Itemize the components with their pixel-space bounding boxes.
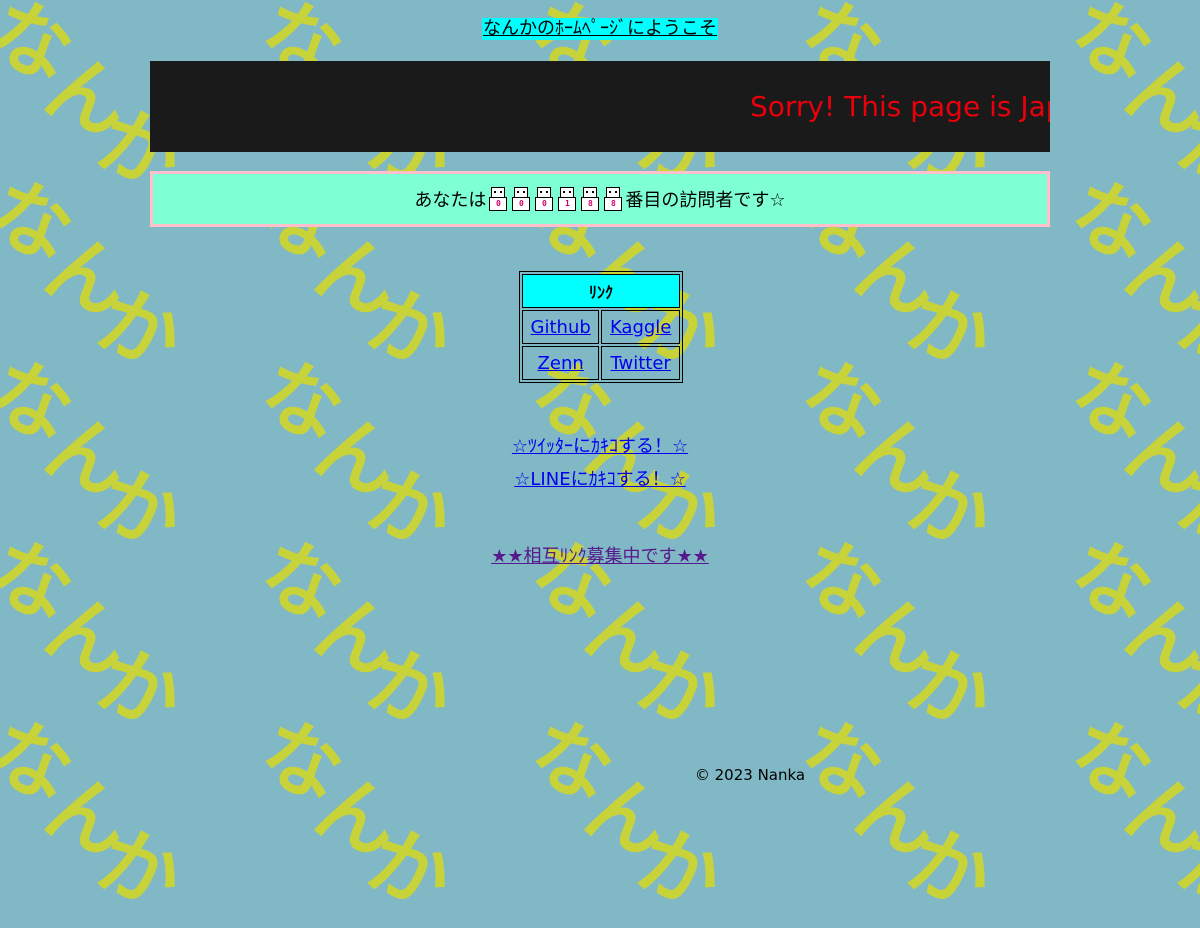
share-links: ☆ﾂｲｯﾀｰにｶｷｺする！☆ ☆LINEにｶｷｺする！☆: [0, 436, 1200, 502]
counter-digit: 8: [603, 187, 623, 211]
counter-digit: 0: [534, 187, 554, 211]
counter-suffix: 番目の訪問者です☆: [625, 190, 786, 211]
links-table: ﾘﾝｸ Github Kaggle Zenn Twitter: [519, 271, 683, 383]
counter-digits: 000188: [488, 187, 623, 211]
counter-digit: 0: [511, 187, 531, 211]
mutual-link[interactable]: ★★相互ﾘﾝｸ募集中です★★: [491, 546, 709, 567]
github-link[interactable]: Github: [531, 317, 591, 338]
page-title: なんかのﾎｰﾑﾍﾟｰｼﾞにようこそ: [482, 18, 718, 40]
counter-digit: 0: [488, 187, 508, 211]
link-cell: Twitter: [601, 346, 680, 380]
counter-digit: 8: [580, 187, 600, 211]
marquee-text: Sorry! This page is Japanese only.: [750, 90, 1050, 123]
link-cell: Kaggle: [601, 310, 680, 344]
share-line-link[interactable]: ☆LINEにｶｷｺする！☆: [0, 469, 1200, 491]
zenn-link[interactable]: Zenn: [538, 353, 584, 374]
pattern-tile: なんか: [1057, 703, 1200, 928]
link-cell: Github: [522, 310, 600, 344]
twitter-link[interactable]: Twitter: [611, 353, 671, 374]
link-cell: Zenn: [522, 346, 600, 380]
pattern-tile: なんか: [1057, 163, 1200, 388]
share-twitter-link[interactable]: ☆ﾂｲｯﾀｰにｶｷｺする！☆: [0, 436, 1200, 458]
visitor-counter: あなたは 000188 番目の訪問者です☆: [150, 171, 1050, 227]
counter-digit: 1: [557, 187, 577, 211]
footer-copyright: © 2023 Nanka: [694, 766, 806, 784]
links-header: ﾘﾝｸ: [522, 274, 680, 308]
marquee-banner: Sorry! This page is Japanese only.: [150, 61, 1050, 152]
counter-prefix: あなたは: [414, 190, 487, 211]
kaggle-link[interactable]: Kaggle: [610, 317, 671, 338]
